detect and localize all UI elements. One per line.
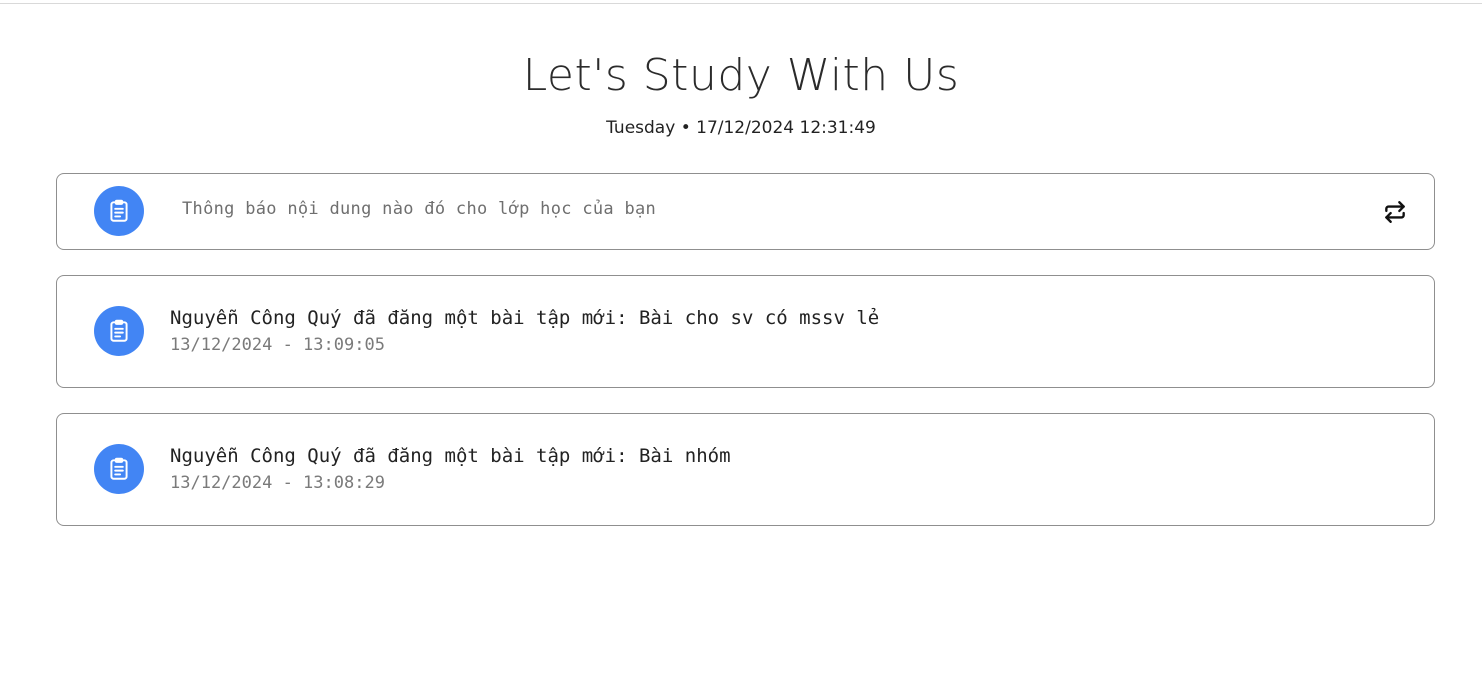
post-avatar [94,306,144,356]
post-text[interactable]: Nguyễn Công Quý đã đăng một bài tập mới:… [170,307,879,329]
post-avatar [94,444,144,494]
clipboard-icon [110,319,128,342]
post-timestamp: 13/12/2024 - 13:08:29 [170,473,385,493]
announcement-composer[interactable]: Thông báo nội dung nào đó cho lớp học củ… [56,173,1435,250]
stream-post[interactable]: Nguyễn Công Quý đã đăng một bài tập mới:… [56,413,1435,526]
post-text[interactable]: Nguyễn Công Quý đã đăng một bài tập mới:… [170,445,731,467]
clipboard-icon [110,457,128,480]
page-title: Let's Study With Us [522,50,960,101]
date-time-line: Tuesday • 17/12/2024 12:31:49 [606,118,876,138]
composer-avatar [94,186,144,236]
clipboard-icon [110,199,128,222]
top-divider [0,3,1482,4]
repost-icon[interactable] [1380,197,1410,227]
composer-placeholder[interactable]: Thông báo nội dung nào đó cho lớp học củ… [182,199,656,219]
post-timestamp: 13/12/2024 - 13:09:05 [170,335,385,355]
stream-post[interactable]: Nguyễn Công Quý đã đăng một bài tập mới:… [56,275,1435,388]
